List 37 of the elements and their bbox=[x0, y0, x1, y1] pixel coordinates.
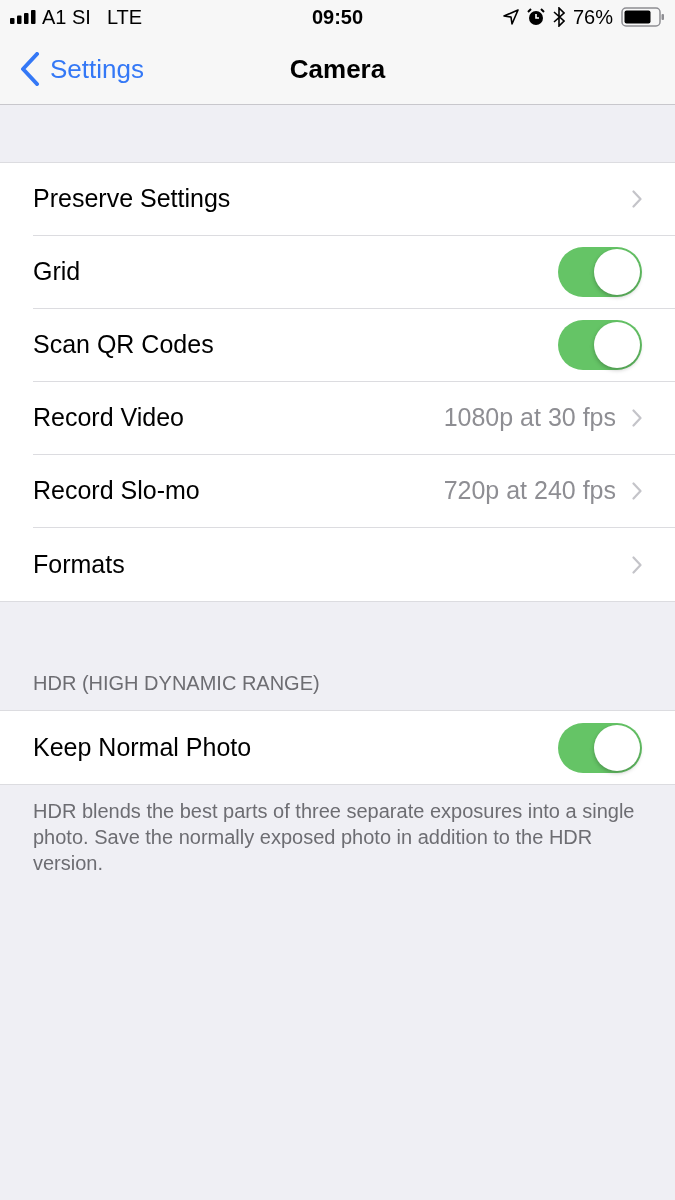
back-button[interactable]: Settings bbox=[0, 49, 144, 89]
row-label: Record Video bbox=[33, 402, 186, 434]
toggle-switch[interactable] bbox=[558, 320, 642, 370]
row-value: 720p at 240 fps bbox=[443, 475, 616, 507]
row-label: Scan QR Codes bbox=[33, 329, 215, 361]
chevron-icon bbox=[632, 190, 642, 208]
row-label: Preserve Settings bbox=[33, 183, 232, 215]
status-time: 09:50 bbox=[311, 5, 364, 30]
network-type: LTE bbox=[106, 5, 143, 30]
chevron-icon bbox=[632, 482, 642, 500]
section-footer: HDR blends the best parts of three separate exposures into a single photo. Save the normally exposed photo in addition to the HDR version. bbox=[0, 785, 675, 876]
battery-percent: 76% bbox=[572, 5, 613, 30]
chevron-icon bbox=[632, 555, 642, 574]
settings-row[interactable]: Preserve Settings bbox=[0, 163, 675, 236]
section-header: HDR (HIGH DYNAMIC RANGE) bbox=[33, 672, 320, 694]
settings-row[interactable]: Grid bbox=[0, 236, 675, 309]
settings-row[interactable]: Record Slo-mo 720p at 240 fps bbox=[0, 455, 675, 528]
signal-icon bbox=[10, 10, 36, 24]
settings-row[interactable]: Keep Normal Photo bbox=[0, 711, 675, 784]
toggle-switch[interactable] bbox=[558, 247, 642, 297]
bluetooth-icon bbox=[552, 7, 565, 27]
nav-title: Camera bbox=[289, 52, 386, 86]
row-label: Record Slo-mo bbox=[33, 475, 201, 507]
row-label: Formats bbox=[33, 548, 126, 580]
alarm-clock-icon bbox=[526, 8, 545, 26]
chevron-icon bbox=[632, 409, 642, 427]
settings-row[interactable]: Scan QR Codes bbox=[0, 309, 675, 382]
battery-icon bbox=[621, 7, 665, 27]
carrier-name: A1 SI bbox=[42, 5, 91, 30]
settings-row[interactable]: Formats bbox=[0, 528, 675, 601]
row-label: Grid bbox=[33, 256, 82, 288]
back-chevron-icon bbox=[20, 52, 40, 86]
settings-row[interactable]: Record Video 1080p at 30 fps bbox=[0, 382, 675, 455]
toggle-switch[interactable] bbox=[558, 722, 642, 773]
row-label: Keep Normal Photo bbox=[33, 731, 253, 763]
location-arrow-icon bbox=[502, 9, 519, 25]
row-value: 1080p at 30 fps bbox=[443, 402, 616, 434]
